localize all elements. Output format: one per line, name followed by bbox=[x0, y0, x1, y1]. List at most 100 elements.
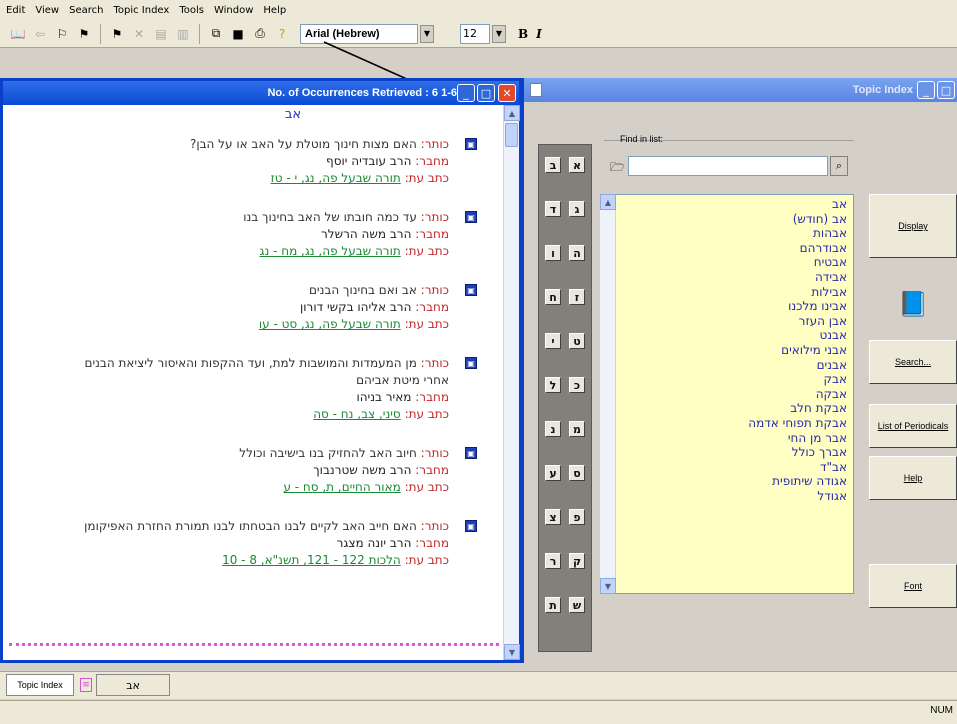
list-item[interactable]: אבודרהם bbox=[627, 241, 847, 256]
list-item[interactable]: אבן העזר bbox=[627, 314, 847, 329]
folder-icon[interactable]: 🗁 bbox=[610, 158, 625, 174]
list-item[interactable]: אבילות bbox=[627, 285, 847, 300]
tab-topic-index[interactable]: Topic Index bbox=[6, 674, 74, 696]
scroll-thumb[interactable] bbox=[505, 123, 518, 147]
letter-button[interactable]: ע bbox=[545, 465, 561, 481]
scroll-up-icon[interactable]: ▲ bbox=[600, 194, 616, 210]
entry-source-link[interactable]: מאור החיים, ת, סח - ע bbox=[283, 480, 400, 494]
chevron-down-icon[interactable]: ▼ bbox=[420, 24, 434, 43]
entry-source-link[interactable]: תורה שבעל פה, נג, י - טז bbox=[271, 171, 401, 185]
letter-button[interactable]: כ bbox=[569, 377, 585, 393]
topic-list[interactable]: אב אב (חודש) אבהות אבודרהם אבטיח אבידה א… bbox=[600, 194, 854, 594]
letter-button[interactable]: ל bbox=[545, 377, 561, 393]
letter-button[interactable]: ב bbox=[545, 157, 561, 173]
list-item[interactable]: אבקה bbox=[627, 387, 847, 402]
letter-button[interactable]: ט bbox=[569, 333, 585, 349]
bookmark-icon[interactable]: ⚑ bbox=[74, 24, 94, 44]
entry-icon[interactable]: ▣ bbox=[465, 211, 477, 223]
result-entry[interactable]: ▣ כותר: עד כמה חובתו של האב בחינוך בנו מ… bbox=[3, 209, 503, 260]
scroll-down-icon[interactable]: ▼ bbox=[600, 578, 616, 594]
entry-source-link[interactable]: סיני, צב, נח - סה bbox=[313, 407, 401, 421]
book-icon[interactable]: 📖 bbox=[8, 24, 28, 44]
result-entry[interactable]: ▣ כותר: מן המעמדות והמושבות למת, ועד ההק… bbox=[3, 355, 503, 423]
menu-edit[interactable]: Edit bbox=[6, 5, 25, 16]
minimize-button[interactable]: _ bbox=[917, 81, 935, 99]
flag-icon[interactable]: ⚑ bbox=[107, 24, 127, 44]
list-item[interactable]: אבק bbox=[627, 372, 847, 387]
bold-button[interactable]: B bbox=[518, 27, 528, 41]
list-item[interactable]: אברך כולל bbox=[627, 445, 847, 460]
list-item[interactable]: אב"ד bbox=[627, 460, 847, 475]
italic-button[interactable]: I bbox=[536, 27, 542, 41]
letter-button[interactable]: י bbox=[545, 333, 561, 349]
list-item[interactable]: אבינו מלכנו bbox=[627, 299, 847, 314]
letter-button[interactable]: ז bbox=[569, 289, 585, 305]
list-item[interactable]: אבקת תפוחי אדמה bbox=[627, 416, 847, 431]
entry-source-link[interactable]: תורה שבעל פה, נג, סט - עו bbox=[259, 317, 401, 331]
doc-icon[interactable]: ▤ bbox=[151, 24, 171, 44]
back-icon[interactable]: ⇦ bbox=[30, 24, 50, 44]
list-item[interactable]: אבטיח bbox=[627, 255, 847, 270]
tab-search-term[interactable]: אב bbox=[96, 674, 170, 696]
entry-icon[interactable]: ▣ bbox=[465, 447, 477, 459]
delete-icon[interactable]: ✕ bbox=[129, 24, 149, 44]
font-button[interactable]: Font bbox=[869, 564, 957, 608]
entry-icon[interactable]: ▣ bbox=[465, 357, 477, 369]
display-button[interactable]: Display bbox=[869, 194, 957, 258]
menu-help[interactable]: Help bbox=[263, 5, 286, 16]
letter-button[interactable]: מ bbox=[569, 421, 585, 437]
font-select[interactable]: Arial (Hebrew) bbox=[300, 23, 418, 44]
menu-tools[interactable]: Tools bbox=[179, 5, 204, 16]
result-entry[interactable]: ▣ כותר: האם חייב האב לקיים לבנו הבטחתו ל… bbox=[3, 518, 503, 569]
font-size-select[interactable]: 12 bbox=[460, 23, 490, 44]
entry-icon[interactable]: ▣ bbox=[465, 138, 477, 150]
letter-button[interactable]: א bbox=[569, 157, 585, 173]
print-icon[interactable]: ⎙ bbox=[250, 24, 270, 44]
menu-view[interactable]: View bbox=[35, 5, 59, 16]
result-entry[interactable]: ▣ כותר: חיוב האב להחזיק בנו בישיבה וכולל… bbox=[3, 445, 503, 496]
list-item[interactable]: אבר מן החי bbox=[627, 431, 847, 446]
find-input[interactable] bbox=[628, 156, 828, 176]
letter-button[interactable]: ח bbox=[545, 289, 561, 305]
result-entry[interactable]: ▣ כותר: אב ואם בחינוך הבנים מחבר: הרב אל… bbox=[3, 282, 503, 333]
chevron-down-icon[interactable]: ▼ bbox=[492, 24, 506, 43]
letter-button[interactable]: ג bbox=[569, 201, 585, 217]
list-item[interactable]: אבנים bbox=[627, 358, 847, 373]
menu-search[interactable]: Search bbox=[69, 5, 103, 16]
list-item[interactable]: אבקת חלב bbox=[627, 401, 847, 416]
maximize-button[interactable]: □ bbox=[937, 81, 955, 99]
letter-button[interactable]: ס bbox=[569, 465, 585, 481]
copy-icon[interactable]: ⧉ bbox=[206, 24, 226, 44]
entry-icon[interactable]: ▣ bbox=[465, 284, 477, 296]
scroll-down-icon[interactable]: ▼ bbox=[504, 644, 520, 660]
result-entry[interactable]: ▣ כותר: האם מצות חינוך מוטלת על האב או ע… bbox=[3, 136, 503, 187]
list-item[interactable]: אבידה bbox=[627, 270, 847, 285]
letter-button[interactable]: ו bbox=[545, 245, 561, 261]
maximize-button[interactable]: □ bbox=[477, 84, 495, 102]
entry-icon[interactable]: ▣ bbox=[465, 520, 477, 532]
topic-list-scrollbar[interactable]: ▲ ▼ bbox=[600, 194, 616, 594]
letter-button[interactable]: ה bbox=[569, 245, 585, 261]
list-item[interactable]: אגודה שיתופית bbox=[627, 474, 847, 489]
letter-button[interactable]: צ bbox=[545, 509, 561, 525]
list-item[interactable]: אבני מילואים bbox=[627, 343, 847, 358]
entry-source-link[interactable]: הלכות 122 - 121, תשנ"א, 8 - 10 bbox=[222, 553, 401, 567]
list-of-periodicals-button[interactable]: List of Periodicals bbox=[869, 404, 957, 448]
save-icon[interactable]: ■ bbox=[228, 24, 248, 44]
copy-doc-icon[interactable]: ▥ bbox=[173, 24, 193, 44]
letter-button[interactable]: ד bbox=[545, 201, 561, 217]
list-item[interactable]: אבנט bbox=[627, 328, 847, 343]
letter-button[interactable]: ק bbox=[569, 553, 585, 569]
search-button[interactable]: Search... bbox=[869, 340, 957, 384]
letter-button[interactable]: ת bbox=[545, 597, 561, 613]
help-pointer-icon[interactable]: ? bbox=[272, 24, 292, 44]
help-button[interactable]: Help bbox=[869, 456, 957, 500]
letter-button[interactable]: ש bbox=[569, 597, 585, 613]
minimize-button[interactable]: _ bbox=[457, 84, 475, 102]
list-item[interactable]: אבהות bbox=[627, 226, 847, 241]
entry-source-link[interactable]: תורה שבעל פה, נג, מח - נג bbox=[260, 244, 401, 258]
menu-topic-index[interactable]: Topic Index bbox=[113, 5, 169, 16]
results-scrollbar[interactable]: ▲ ▼ bbox=[503, 105, 520, 660]
letter-button[interactable]: פ bbox=[569, 509, 585, 525]
list-item[interactable]: אגודל bbox=[627, 489, 847, 504]
